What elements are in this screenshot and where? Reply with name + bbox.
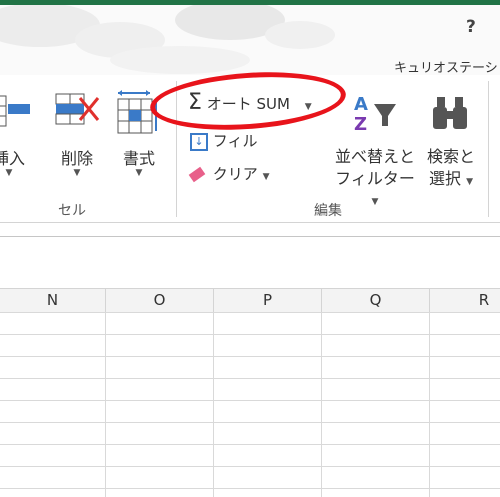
format-dropdown-arrow[interactable]: ▼ [114, 168, 164, 178]
delete-button[interactable]: 削除 ▼ [52, 75, 102, 185]
cell-grid[interactable] [0, 312, 500, 497]
svg-text:Z: Z [354, 114, 367, 135]
column-header-o[interactable]: O [106, 289, 214, 312]
formula-bar[interactable] [0, 236, 500, 265]
ribbon-bottom-border [0, 222, 500, 237]
insert-button[interactable]: 挿入 ▼ [0, 75, 32, 185]
sort-filter-label-line1: 並べ替えと [334, 147, 415, 166]
grid-line [321, 312, 322, 497]
grid-line [429, 312, 430, 497]
cells-group-label: セル [58, 203, 86, 219]
find-select-button[interactable]: 検索と 選択 ▼ [420, 75, 482, 190]
column-header-q[interactable]: Q [322, 289, 430, 312]
eraser-icon [188, 166, 206, 183]
help-button[interactable]: ? [466, 17, 476, 37]
clear-label: クリア [212, 165, 258, 183]
editing-group-label: 編集 [314, 203, 342, 219]
find-select-dropdown-arrow[interactable]: ▼ [466, 177, 473, 187]
group-separator [488, 81, 489, 217]
delete-dropdown-arrow[interactable]: ▼ [52, 168, 102, 178]
binoculars-icon [433, 97, 467, 129]
insert-label: 挿入 [0, 149, 25, 168]
clear-button[interactable]: クリア ▼ [188, 163, 270, 184]
fill-label: フィル [212, 132, 258, 150]
delete-cells-icon [55, 93, 100, 125]
insert-cells-icon [0, 95, 30, 127]
find-select-label-line2: 選択 ▼ [428, 169, 474, 188]
account-name[interactable]: キュリオステーシ [394, 57, 498, 75]
column-header-p[interactable]: P [214, 289, 322, 312]
grid-line [105, 312, 106, 497]
column-header-r[interactable]: R [430, 289, 500, 312]
sort-filter-label-line2: フィルター ▼ [335, 169, 415, 207]
ribbon-tab-area: ? キュリオステーシ [0, 5, 500, 75]
sort-filter-icon: A Z [354, 94, 396, 135]
clear-dropdown-arrow[interactable]: ▼ [263, 172, 270, 182]
fill-down-icon: ↓ [190, 132, 208, 151]
format-button[interactable]: 書式 ▼ [114, 75, 164, 185]
svg-text:A: A [354, 94, 368, 115]
fill-button[interactable]: ↓ フィル [190, 130, 257, 151]
toolbar-gap [0, 264, 500, 288]
column-header-row: N O P Q R [0, 288, 500, 313]
sort-filter-dropdown-arrow[interactable]: ▼ [372, 197, 379, 207]
insert-dropdown-arrow[interactable]: ▼ [0, 168, 32, 178]
delete-label: 削除 [60, 149, 93, 168]
grid-line [213, 312, 214, 497]
find-select-label-line1: 検索と [426, 147, 475, 166]
column-header-n[interactable]: N [0, 289, 106, 312]
format-label: 書式 [122, 149, 155, 168]
